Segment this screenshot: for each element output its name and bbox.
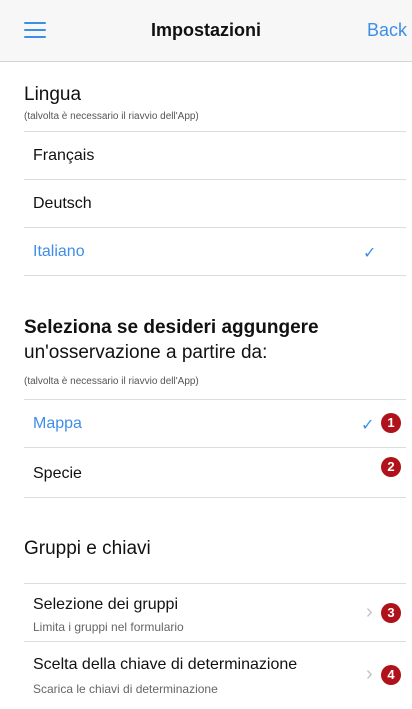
- observation-section-subtitle: (talvolta è necessario il riavvio dell'A…: [24, 376, 199, 387]
- chevron-right-icon: ›: [366, 601, 373, 623]
- groups-section-title: Gruppi e chiavi: [24, 538, 151, 559]
- divider: [24, 497, 406, 498]
- chevron-right-icon: ›: [366, 663, 373, 685]
- language-section-title: Lingua: [24, 84, 82, 105]
- language-option-label: Français: [33, 147, 95, 164]
- callout-badge-1: 1: [381, 413, 401, 433]
- determination-key-item[interactable]: Scelta della chiave di determinazione Sc…: [24, 641, 406, 709]
- language-option-deutsch[interactable]: Deutsch: [24, 179, 406, 227]
- divider: [24, 275, 406, 276]
- back-button[interactable]: Back: [367, 20, 407, 41]
- observation-option-label: Mappa: [33, 415, 82, 432]
- callout-badge-2: 2: [381, 457, 401, 477]
- observation-section-title-line1: Seleziona se desideri aggungere: [24, 317, 319, 338]
- checkmark-icon: ✓: [361, 417, 375, 434]
- page-title: Impostazioni: [150, 20, 261, 40]
- groups-item-label: Selezione dei gruppi: [33, 596, 178, 613]
- groups-item-sublabel: Scarica le chiavi di determinazione: [33, 682, 218, 696]
- callout-badge-3: 3: [381, 603, 401, 623]
- language-option-italiano[interactable]: Italiano ✓: [24, 227, 406, 275]
- observation-option-mappa[interactable]: Mappa ✓ 1: [24, 399, 406, 447]
- callout-badge-4: 4: [381, 665, 401, 685]
- groups-item-label: Scelta della chiave di determinazione: [33, 656, 298, 673]
- observation-option-label: Specie: [33, 465, 82, 482]
- observation-option-specie[interactable]: Specie 2: [24, 447, 406, 497]
- language-option-label: Italiano: [33, 243, 85, 260]
- language-option-label: Deutsch: [33, 195, 92, 212]
- checkmark-icon: ✓: [363, 245, 377, 262]
- groups-selection-item[interactable]: Selezione dei gruppi Limita i gruppi nel…: [24, 583, 406, 641]
- observation-section-title-line2: un'osservazione a partire da:: [24, 342, 268, 363]
- groups-item-sublabel: Limita i gruppi nel formulario: [33, 620, 184, 634]
- language-option-francais[interactable]: Français: [24, 131, 406, 179]
- language-section-subtitle: (talvolta è necessario il riavvio dell'A…: [24, 111, 199, 122]
- navigation-bar: Impostazioni Back: [0, 0, 412, 62]
